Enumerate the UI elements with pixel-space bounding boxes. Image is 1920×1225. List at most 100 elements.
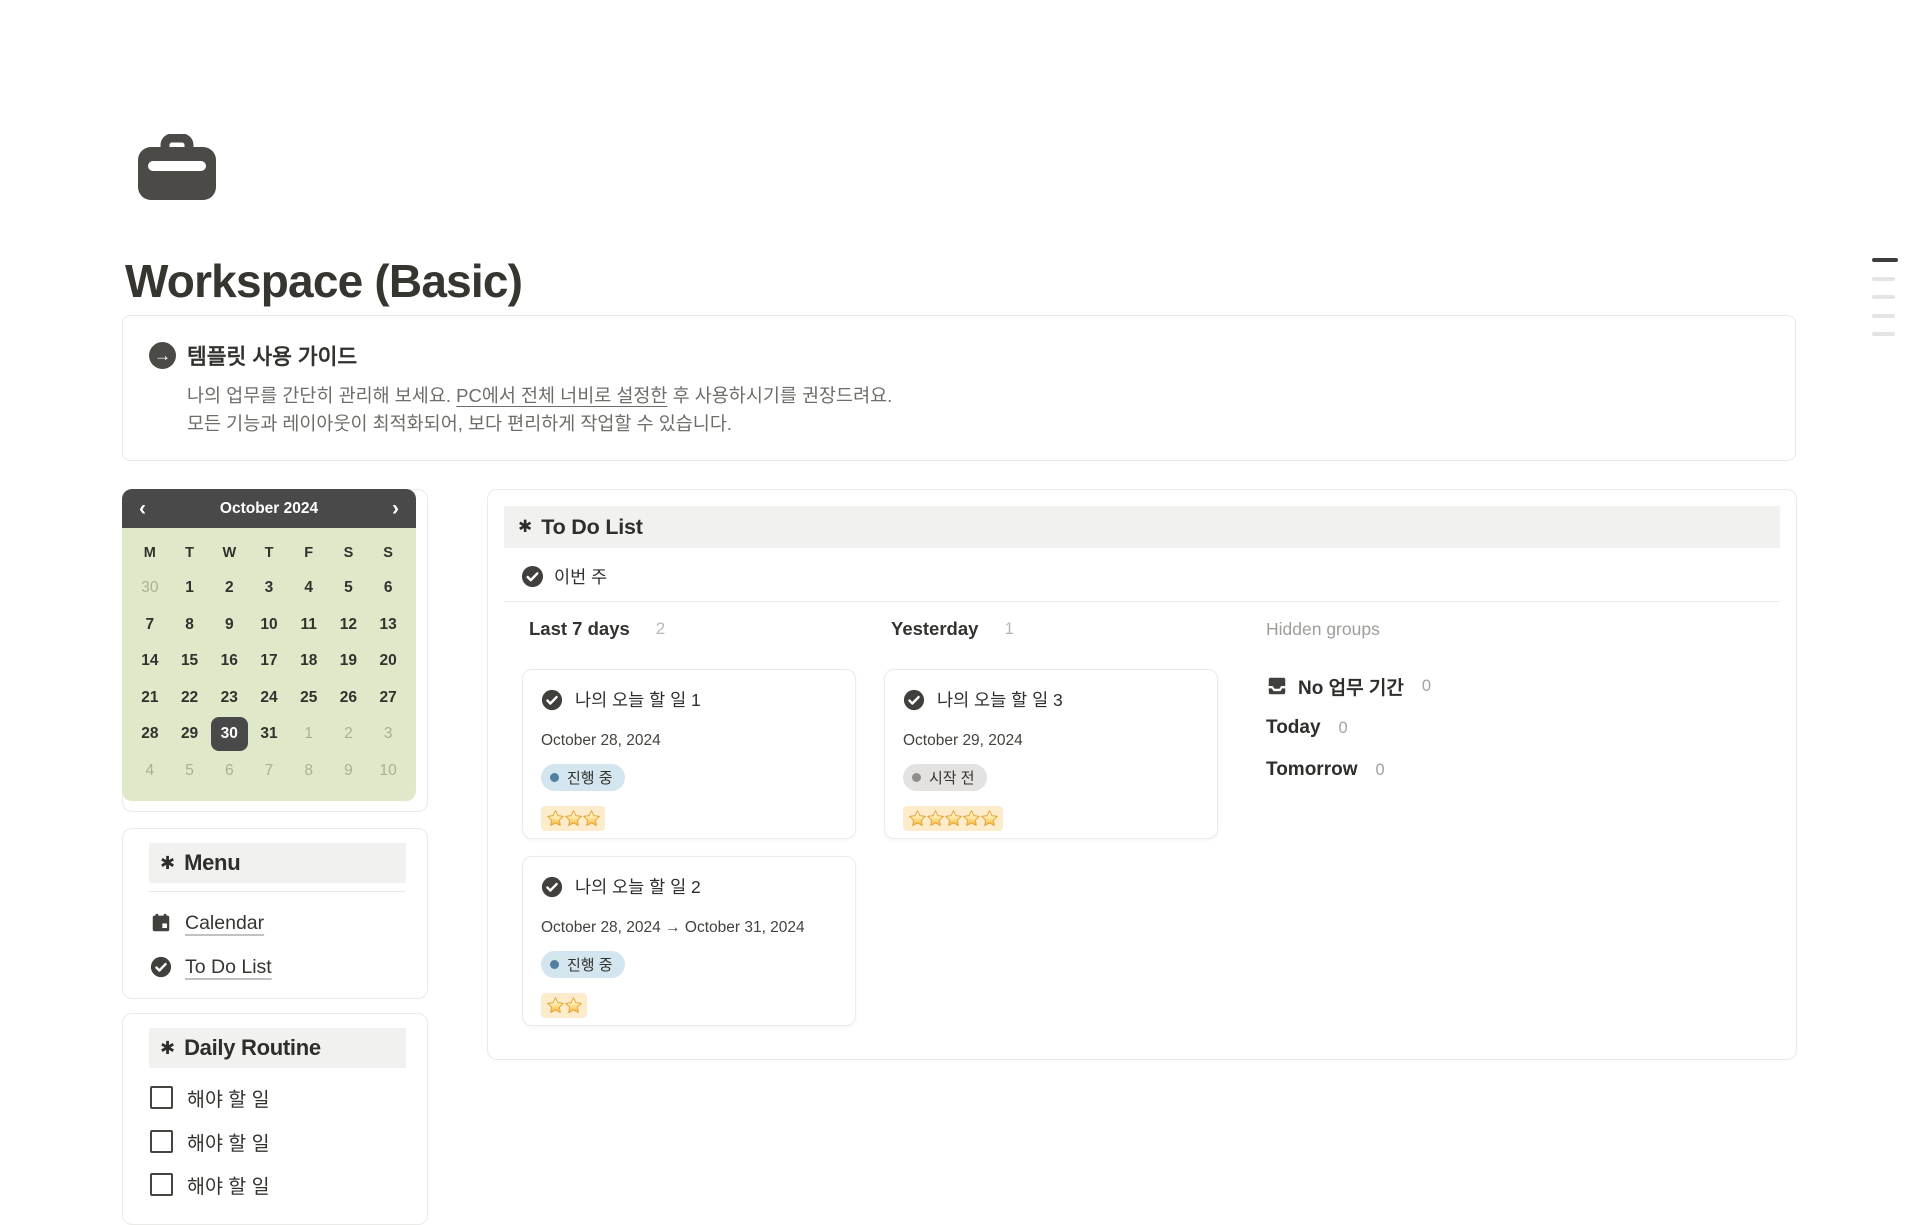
board-column-1: Last 7 days2나의 오늘 할 일 1October 28, 2024진… [522,607,856,1026]
calendar-day[interactable]: 12 [329,607,369,644]
checkbox-label: 해야 할 일 [187,1083,270,1112]
calendar-day[interactable]: 24 [249,680,289,717]
card-status-row: 진행 중 [541,750,837,791]
calendar-day[interactable]: 3 [249,570,289,607]
calendar-day[interactable]: 4 [130,753,170,790]
hidden-groups: Hidden groups No 업무 기간0Today0Tomorrow0 [1266,607,1596,791]
calendar-day[interactable]: 16 [209,643,249,680]
calendar-day[interactable]: 14 [130,643,170,680]
star-rating [541,806,605,831]
calendar-weekday-label: S [368,536,408,570]
column-cards: 나의 오늘 할 일 1October 28, 2024진행 중나의 오늘 할 일… [522,669,856,1026]
calendar-day[interactable]: 30 [130,570,170,607]
calendar-day[interactable]: 29 [170,716,210,753]
view-tab-this-week[interactable]: 이번 주 [521,560,607,592]
calendar-day[interactable]: 8 [289,753,329,790]
calendar-day[interactable]: 5 [170,753,210,790]
calendar-day[interactable]: 26 [329,680,369,717]
calendar-day[interactable]: 13 [368,607,408,644]
briefcase-icon[interactable] [138,134,216,200]
calendar-day[interactable]: 7 [130,607,170,644]
outline-line[interactable] [1872,332,1895,336]
star-rating [903,806,1003,831]
calendar-day[interactable]: 2 [209,570,249,607]
callout-line-1: 나의 업무를 간단히 관리해 보세요. PC에서 전체 너비로 설정한 후 사용… [187,382,892,410]
calendar-day[interactable]: 9 [329,753,369,790]
todo-card[interactable]: 나의 오늘 할 일 2October 28, 2024 → October 31… [522,856,856,1026]
outline-line-active[interactable] [1872,258,1898,262]
calendar-widget-container: ‹ October 2024 › MTWTFSS3012345678910111… [122,489,428,812]
calendar-day[interactable]: 1 [170,570,210,607]
calendar-widget: ‹ October 2024 › MTWTFSS3012345678910111… [122,489,416,801]
calendar-day[interactable]: 3 [368,716,408,753]
calendar-day[interactable]: 17 [249,643,289,680]
calendar-day[interactable]: 10 [249,607,289,644]
star-icon [546,996,564,1015]
card-title: 나의 오늘 할 일 3 [937,687,1063,712]
column-count: 1 [1004,619,1013,639]
daily-routine-header: ✱ Daily Routine [149,1028,406,1068]
view-tab-label: 이번 주 [554,564,607,589]
calendar-day[interactable]: 25 [289,680,329,717]
calendar-weekday-label: M [130,536,170,570]
asterisk-icon: ✱ [518,517,532,537]
calendar-day[interactable]: 10 [368,753,408,790]
menu-section-header: ✱ Menu [149,843,406,883]
calendar-day[interactable]: 23 [209,680,249,717]
card-stars-row [903,791,1199,833]
calendar-prev-icon[interactable]: ‹ [139,498,146,519]
hidden-group-row[interactable]: No 업무 기간0 [1266,665,1596,707]
calendar-day[interactable]: 1 [289,716,329,753]
full-width-link[interactable]: PC에서 전체 너비로 설정한 [456,385,667,406]
calendar-day[interactable]: 9 [209,607,249,644]
checkbox[interactable] [150,1086,173,1109]
calendar-day[interactable]: 21 [130,680,170,717]
status-badge: 진행 중 [541,951,625,978]
star-icon [564,809,582,828]
calendar-day[interactable]: 30 [209,716,249,753]
todo-card[interactable]: 나의 오늘 할 일 1October 28, 2024진행 중 [522,669,856,839]
hidden-group-count: 0 [1339,719,1348,738]
calendar-day[interactable]: 19 [329,643,369,680]
calendar-weekday-label: S [329,536,369,570]
calendar-day[interactable]: 7 [249,753,289,790]
calendar-day[interactable]: 4 [289,570,329,607]
calendar-weekday-label: F [289,536,329,570]
menu-item-to-do-list[interactable]: To Do List [150,945,272,989]
calendar-day[interactable]: 22 [170,680,210,717]
outline-line[interactable] [1872,314,1895,318]
calendar-day[interactable]: 18 [289,643,329,680]
column-count: 2 [656,619,665,639]
calendar-day[interactable]: 8 [170,607,210,644]
menu-item-label: Calendar [185,912,264,935]
asterisk-icon: ✱ [160,1038,175,1059]
calendar-day[interactable]: 6 [209,753,249,790]
calendar-day[interactable]: 2 [329,716,369,753]
divider [504,601,1780,602]
hidden-group-row[interactable]: Today0 [1266,707,1596,749]
calendar-day[interactable]: 11 [289,607,329,644]
hidden-group-row[interactable]: Tomorrow0 [1266,749,1596,791]
checkbox[interactable] [150,1130,173,1153]
hidden-group-label: Tomorrow [1266,759,1357,781]
calendar-day[interactable]: 28 [130,716,170,753]
menu-item-calendar[interactable]: Calendar [150,901,272,945]
menu-items: Calendar To Do List [150,901,272,989]
calendar-day[interactable]: 20 [368,643,408,680]
calendar-day[interactable]: 5 [329,570,369,607]
checkbox[interactable] [150,1173,173,1196]
calendar-weekday-label: T [170,536,210,570]
calendar-day[interactable]: 15 [170,643,210,680]
daily-routine-section: ✱ Daily Routine 해야 할 일해야 할 일해야 할 일 [122,1013,428,1225]
outline-line[interactable] [1872,277,1895,281]
todo-card[interactable]: 나의 오늘 할 일 3October 29, 2024시작 전 [884,669,1218,839]
asterisk-icon: ✱ [160,853,175,874]
calendar-weekday-label: W [209,536,249,570]
todo-checkbox-item: 해야 할 일 [150,1120,270,1164]
calendar-next-icon[interactable]: › [392,498,399,519]
calendar-day[interactable]: 6 [368,570,408,607]
calendar-day[interactable]: 31 [249,716,289,753]
calendar-day[interactable]: 27 [368,680,408,717]
calendar-grid: MTWTFSS301234567891011121314151617181920… [130,536,408,789]
outline-line[interactable] [1872,295,1895,299]
